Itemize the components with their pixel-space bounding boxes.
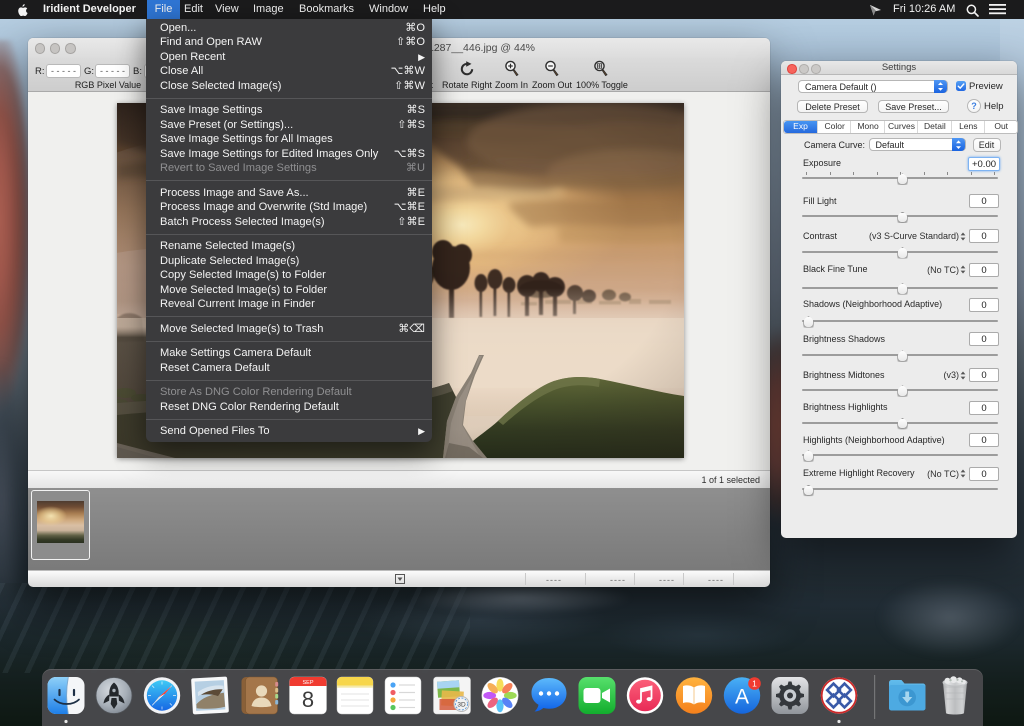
svg-text:3D: 3D: [457, 702, 466, 709]
svg-text:A: A: [735, 686, 749, 709]
svg-text:SEP: SEP: [302, 680, 313, 686]
svg-text:1: 1: [752, 678, 757, 688]
svg-text:8: 8: [302, 687, 314, 712]
